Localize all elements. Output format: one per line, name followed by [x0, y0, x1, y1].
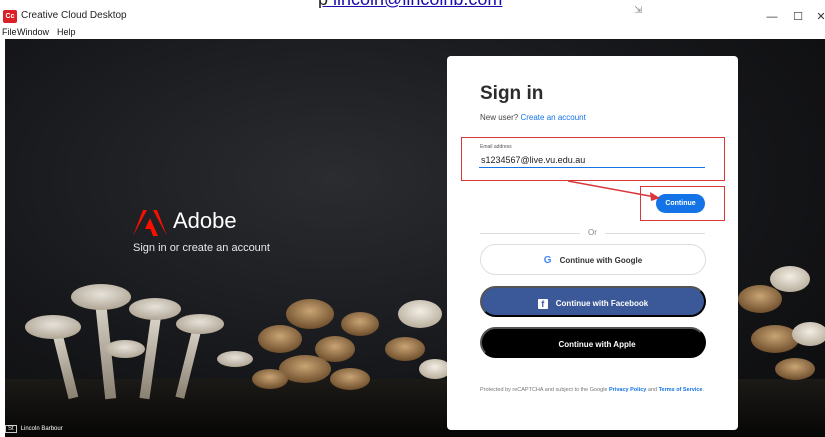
user-badge: St: [5, 425, 17, 433]
brand-subtitle: Sign in or create an account: [133, 242, 270, 254]
window-titlebar: Cc Creative Cloud Desktop ⇲ — ☐ ✕: [0, 5, 825, 26]
legal-prefix: Protected by reCAPTCHA and subject to th…: [480, 387, 610, 393]
terms-of-service-link[interactable]: Terms of Service: [659, 387, 703, 393]
facebook-icon: f: [537, 298, 548, 309]
menubar: File Window Help: [0, 26, 825, 39]
minimize-button[interactable]: —: [760, 8, 784, 26]
continue-with-google-button[interactable]: G Continue with Google: [480, 244, 706, 275]
cut-off-header: p lincoln@lincolnb.com: [0, 0, 825, 8]
google-icon: G: [543, 255, 552, 267]
continue-with-apple-button[interactable]: Continue with Apple: [480, 327, 706, 358]
mouse-cursor-icon: ⇲: [634, 5, 643, 16]
maximize-button[interactable]: ☐: [786, 8, 810, 26]
continue-highlight-box: [640, 186, 725, 221]
legal-suffix: .: [702, 387, 705, 393]
adobe-wordmark: Adobe: [173, 208, 237, 233]
recaptcha-legal-text: Protected by reCAPTCHA and subject to th…: [480, 386, 712, 395]
continue-with-facebook-button[interactable]: f Continue with Facebook: [480, 286, 706, 317]
menu-window[interactable]: Window: [17, 26, 49, 38]
cut-off-link: p lincoln@lincolnb.com: [318, 0, 502, 8]
sign-in-card: Sign in New user? Create an account Emai…: [447, 56, 738, 430]
privacy-policy-link[interactable]: Privacy Policy: [609, 387, 646, 393]
adobe-logo-icon: [133, 210, 167, 236]
creative-cloud-icon: Cc: [3, 10, 17, 23]
apple-button-label: Continue with Apple: [558, 340, 636, 349]
new-user-prefix: New user?: [480, 113, 521, 122]
legal-and: and: [646, 387, 659, 393]
close-button[interactable]: ✕: [814, 8, 825, 26]
divider-line-right: [605, 233, 705, 234]
or-divider: Or: [480, 228, 705, 238]
new-user-line: New user? Create an account: [480, 113, 586, 122]
menu-file[interactable]: File: [2, 26, 17, 38]
create-account-link[interactable]: Create an account: [520, 113, 585, 122]
facebook-button-label: Continue with Facebook: [555, 299, 649, 308]
taskbar-user: St Lincoln Barbour: [5, 425, 63, 437]
sign-in-title: Sign in: [480, 83, 544, 104]
menu-help[interactable]: Help: [57, 26, 76, 38]
user-name: Lincoln Barbour: [20, 426, 63, 432]
email-highlight-box: [461, 137, 725, 181]
google-button-label: Continue with Google: [559, 256, 643, 265]
window-title: Creative Cloud Desktop: [21, 10, 127, 21]
